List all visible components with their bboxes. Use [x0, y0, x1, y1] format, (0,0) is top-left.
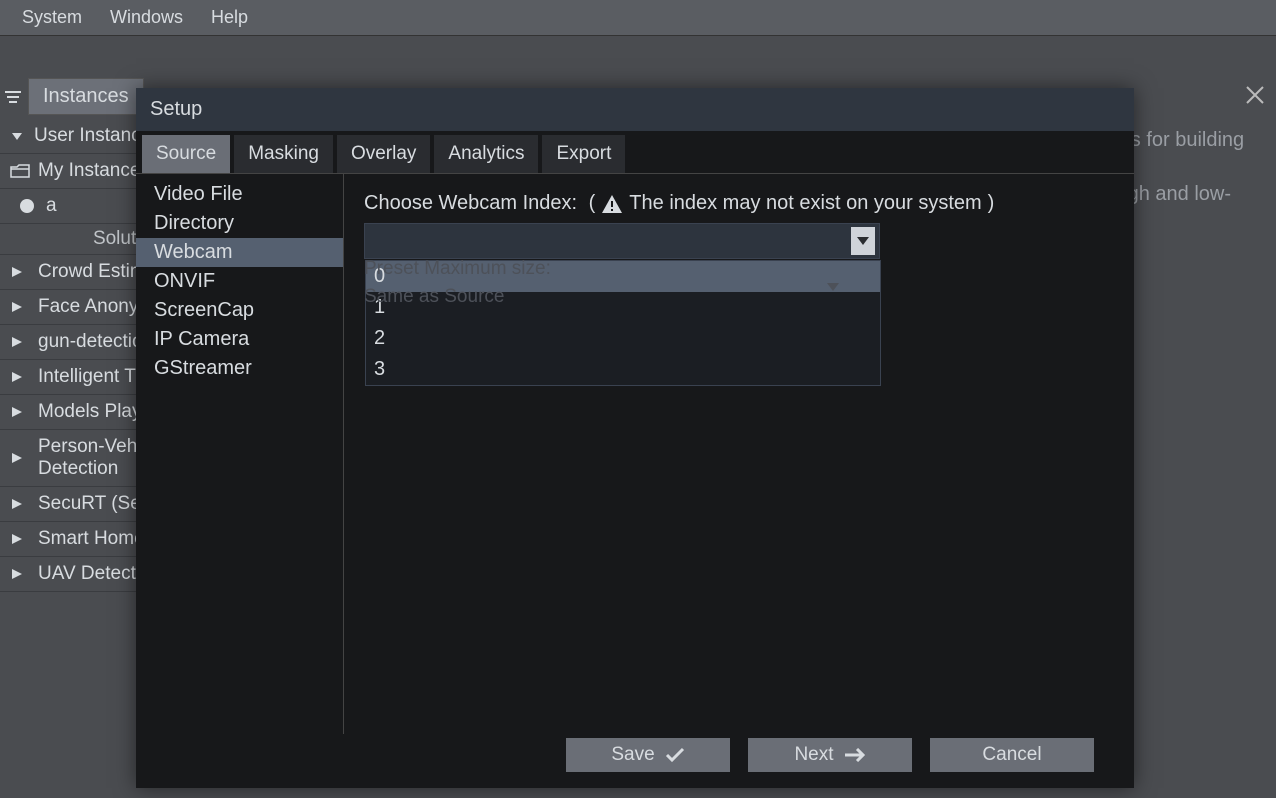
sidebar-label: a — [46, 195, 57, 217]
play-icon — [10, 567, 24, 581]
tab-overlay[interactable]: Overlay — [337, 135, 430, 173]
play-icon — [10, 405, 24, 419]
next-button[interactable]: Next — [748, 738, 912, 772]
preset-max-size-label: Preset Maximum size: — [364, 258, 551, 280]
dialog-title: Setup — [136, 88, 1134, 131]
source-directory[interactable]: Directory — [136, 209, 343, 238]
check-icon — [665, 747, 685, 763]
tab-analytics[interactable]: Analytics — [434, 135, 538, 173]
folder-open-icon — [10, 164, 30, 178]
menubar: System Windows Help — [0, 0, 1276, 36]
cancel-label: Cancel — [982, 744, 1041, 766]
same-as-source-label: Same as Source — [364, 286, 504, 308]
save-label: Save — [611, 744, 654, 766]
label-paren: ( — [583, 192, 595, 215]
chevron-down-icon — [826, 282, 850, 302]
source-settings: Choose Webcam Index: ( The index may not… — [344, 174, 1134, 734]
source-video-file[interactable]: Video File — [136, 180, 343, 209]
webcam-index-select[interactable]: 0 1 2 3 — [364, 223, 880, 259]
webcam-index-label: Choose Webcam Index: — [364, 192, 577, 215]
menu-system[interactable]: System — [8, 3, 96, 32]
arrow-right-icon — [844, 748, 866, 762]
play-icon — [10, 300, 24, 314]
dropdown-option-3[interactable]: 3 — [366, 354, 880, 385]
sidebar-label: My Instances — [38, 160, 150, 182]
play-icon — [10, 265, 24, 279]
setup-dialog: Setup Source Masking Overlay Analytics E… — [136, 88, 1134, 788]
tab-masking[interactable]: Masking — [234, 135, 333, 173]
label-paren: ) — [988, 192, 995, 215]
dialog-tabs: Source Masking Overlay Analytics Export — [136, 131, 1134, 174]
tab-source[interactable]: Source — [142, 135, 230, 173]
cancel-button[interactable]: Cancel — [930, 738, 1094, 772]
source-webcam[interactable]: Webcam — [136, 238, 343, 267]
menu-windows[interactable]: Windows — [96, 3, 197, 32]
save-button[interactable]: Save — [566, 738, 730, 772]
next-label: Next — [794, 744, 833, 766]
play-icon — [10, 335, 24, 349]
source-screencap[interactable]: ScreenCap — [136, 296, 343, 325]
tab-export[interactable]: Export — [542, 135, 625, 173]
dropdown-option-2[interactable]: 2 — [366, 323, 880, 354]
sidebar-label: Smart Home — [38, 528, 145, 550]
play-icon — [10, 370, 24, 384]
chevron-down-icon[interactable] — [851, 227, 875, 255]
warning-icon — [601, 194, 623, 214]
menu-help[interactable]: Help — [197, 3, 262, 32]
source-ip-camera[interactable]: IP Camera — [136, 325, 343, 354]
filter-icon[interactable] — [4, 90, 22, 104]
play-icon — [10, 497, 24, 511]
source-gstreamer[interactable]: GStreamer — [136, 354, 343, 383]
status-dot-icon — [20, 199, 34, 213]
play-icon — [10, 532, 24, 546]
play-icon — [10, 451, 24, 465]
chevron-down-icon — [10, 129, 24, 143]
source-onvif[interactable]: ONVIF — [136, 267, 343, 296]
source-type-list: Video File Directory Webcam ONVIF Screen… — [136, 174, 344, 734]
instances-tab[interactable]: Instances — [28, 78, 144, 115]
webcam-warning-text: The index may not exist on your system — [629, 192, 981, 215]
